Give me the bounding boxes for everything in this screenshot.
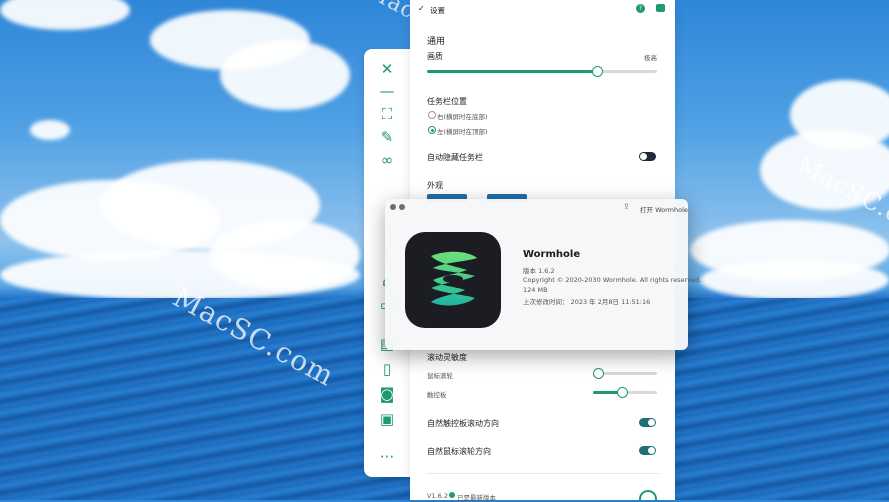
trackpad-slider[interactable]	[593, 387, 657, 398]
auto-hide-toggle[interactable]	[639, 152, 656, 161]
file-icon[interactable]: ▯	[377, 359, 397, 379]
natural-wheel-toggle[interactable]	[639, 446, 656, 455]
chevron-icon[interactable]: ✓	[418, 4, 425, 13]
settings-title: 设置	[430, 6, 445, 15]
quality-slider-fill	[427, 70, 593, 73]
natural-trackpad-toggle[interactable]	[639, 418, 656, 427]
footer-status: 已是最新版本	[457, 494, 496, 502]
about-dialog: ⇪ 打开 Wormhole Wormhole 版本 1.6.2 Copyrigh…	[385, 199, 701, 350]
quality-max-label: 极高	[644, 54, 657, 62]
help-icon[interactable]: ?	[636, 4, 645, 13]
app-size: 124 MB	[523, 286, 548, 294]
minimize-window-button[interactable]	[399, 204, 405, 210]
feedback-icon[interactable]	[656, 4, 665, 12]
wormhole-logo-icon	[639, 490, 657, 500]
close-window-button[interactable]	[390, 204, 396, 210]
app-name: Wormhole	[523, 249, 581, 260]
wormhole-app-icon-graphic	[431, 251, 477, 306]
appearance-label: 外观	[427, 181, 443, 190]
mouse-wheel-slider[interactable]	[593, 368, 657, 379]
app-modified: 上次修改时间： 2023 年 2月8日 11:51:16	[523, 298, 651, 306]
cloud	[700, 260, 889, 300]
footer-divider	[427, 473, 659, 474]
scroll-sensitivity-label: 滚动灵敏度	[427, 353, 467, 362]
fullscreen-icon[interactable]: ⛶	[377, 104, 397, 124]
taskbar-option-right: 右(横屏时在底部)	[437, 113, 488, 121]
app-version: 版本 1.6.2	[523, 267, 555, 275]
wormhole-app-icon	[405, 232, 501, 328]
share-icon[interactable]: ⇪	[623, 202, 630, 211]
minimize-icon[interactable]: —	[377, 81, 397, 101]
taskbar-option-left-radio[interactable]	[428, 126, 436, 134]
check-icon	[449, 492, 455, 498]
cloud	[30, 120, 70, 140]
taskbar-position-label: 任务栏位置	[427, 97, 467, 106]
auto-hide-label: 自动隐藏任务栏	[427, 153, 483, 162]
trackpad-slider-knob[interactable]	[617, 387, 628, 398]
folder-icon[interactable]: ▣	[377, 409, 397, 429]
natural-wheel-label: 自然鼠标滚轮方向	[427, 447, 491, 456]
quality-label: 画质	[427, 52, 443, 61]
connect-icon[interactable]: ∞	[377, 150, 397, 170]
app-copyright: Copyright © 2020-2030 Wormhole. All righ…	[523, 276, 702, 284]
camera-icon[interactable]: ◙	[377, 384, 397, 404]
taskbar-option-left: 左(横屏时在顶部)	[437, 128, 488, 136]
trackpad-label: 触控板	[427, 391, 447, 399]
quality-slider[interactable]	[427, 66, 657, 77]
more-icon[interactable]: ···	[377, 447, 397, 467]
footer-version: V1.6.2	[427, 492, 448, 500]
cloud	[220, 40, 350, 110]
taskbar-option-right-radio[interactable]	[428, 111, 436, 119]
settings-header: ✓ 设置 ?	[410, 0, 675, 18]
mouse-wheel-slider-knob[interactable]	[593, 368, 604, 379]
pin-icon[interactable]: ✎	[377, 127, 397, 147]
cloud	[0, 0, 130, 30]
natural-trackpad-label: 自然触控板滚动方向	[427, 419, 499, 428]
open-app-link[interactable]: 打开 Wormhole	[640, 204, 688, 214]
section-general: 通用	[427, 37, 446, 47]
quality-slider-knob[interactable]	[592, 66, 603, 77]
close-icon[interactable]: ✕	[377, 59, 397, 79]
mouse-wheel-label: 鼠标滚轮	[427, 372, 453, 380]
